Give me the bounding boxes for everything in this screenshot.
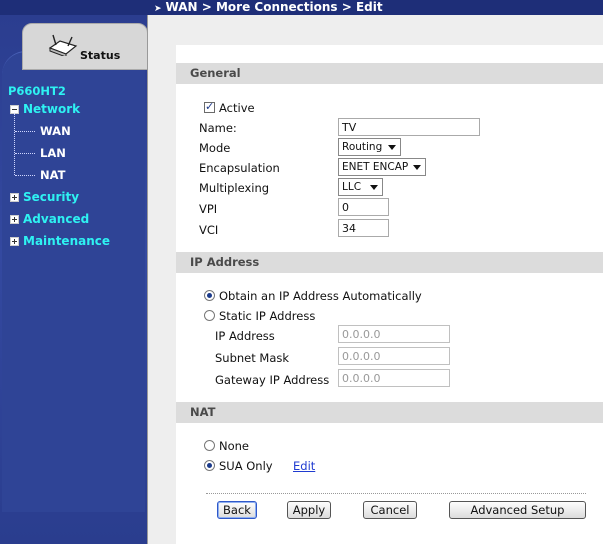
main-content: General Active Name: TV Mode Routing Enc… — [147, 15, 603, 544]
cancel-button[interactable]: Cancel — [363, 501, 417, 519]
name-label: Name: — [199, 121, 237, 135]
nat-none-radio[interactable] — [204, 440, 215, 451]
vci-field[interactable]: 34 — [338, 219, 389, 237]
section-title: IP Address — [190, 255, 260, 269]
vpi-label: VPI — [199, 202, 218, 216]
vci-label: VCI — [199, 223, 219, 237]
section-general: General — [176, 63, 603, 84]
chevron-down-icon — [413, 165, 421, 170]
name-field[interactable]: TV — [338, 118, 480, 136]
nav-maintenance[interactable]: Maintenance — [10, 234, 110, 248]
subnet-mask-field[interactable]: 0.0.0.0 — [338, 347, 450, 365]
apply-button[interactable]: Apply — [287, 501, 331, 519]
nat-sua-radio[interactable] — [204, 460, 215, 471]
section-title: General — [190, 66, 241, 80]
chevron-down-icon — [388, 145, 396, 150]
active-checkbox[interactable] — [204, 100, 215, 113]
nat-none-label: None — [219, 439, 250, 453]
nav-security[interactable]: Security — [10, 190, 79, 204]
sidebar: Status P660HT2 Network WAN LAN NAT Secur… — [0, 15, 147, 544]
nav-network-label: Network — [23, 102, 81, 116]
form-panel: General Active Name: TV Mode Routing Enc… — [176, 45, 603, 544]
tree-connector — [15, 153, 35, 154]
nav-advanced-label: Advanced — [23, 212, 90, 226]
gateway-ip-label: Gateway IP Address — [215, 373, 330, 387]
divider — [206, 493, 586, 494]
section-nat: NAT — [176, 402, 603, 423]
chevron-down-icon — [370, 185, 378, 190]
nat-edit-link[interactable]: Edit — [293, 459, 315, 473]
nav-wan[interactable]: WAN — [40, 124, 71, 138]
tree-connector — [14, 113, 15, 175]
mode-value: Routing — [342, 141, 383, 153]
status-tab[interactable]: Status — [22, 23, 147, 70]
tree-connector — [15, 175, 35, 176]
vpi-field[interactable]: 0 — [338, 198, 389, 216]
obtain-ip-label: Obtain an IP Address Automatically — [219, 289, 422, 303]
advanced-setup-button[interactable]: Advanced Setup — [449, 501, 586, 519]
back-button[interactable]: Back — [217, 501, 257, 519]
device-name: P660HT2 — [8, 84, 66, 98]
nav-advanced[interactable]: Advanced — [10, 212, 89, 226]
breadcrumb: ➤ WAN > More Connections > Edit — [154, 0, 383, 15]
router-icon — [48, 34, 78, 56]
encapsulation-value: ENET ENCAP — [342, 161, 409, 173]
nav-network[interactable]: Network — [10, 102, 80, 116]
sidebar-panel — [2, 51, 145, 512]
encapsulation-label: Encapsulation — [199, 161, 280, 175]
multiplexing-value: LLC — [342, 181, 362, 193]
encapsulation-select[interactable]: ENET ENCAP — [338, 158, 426, 176]
section-ip-address: IP Address — [176, 252, 603, 273]
gateway-ip-field[interactable]: 0.0.0.0 — [338, 369, 450, 387]
ip-address-field[interactable]: 0.0.0.0 — [338, 325, 450, 343]
expand-icon[interactable] — [10, 192, 19, 202]
static-ip-radio[interactable] — [204, 310, 215, 321]
active-label: Active — [219, 101, 255, 115]
nat-sua-label: SUA Only — [219, 459, 273, 473]
mode-select[interactable]: Routing — [338, 138, 401, 156]
nav-nat[interactable]: NAT — [40, 168, 65, 182]
expand-icon[interactable] — [10, 236, 19, 246]
breadcrumb-text: WAN > More Connections > Edit — [165, 0, 383, 14]
top-header-bar: ➤ WAN > More Connections > Edit — [0, 0, 603, 15]
nav-security-label: Security — [23, 190, 80, 204]
nav-lan[interactable]: LAN — [40, 146, 66, 160]
section-title: NAT — [190, 405, 216, 419]
mode-label: Mode — [199, 141, 231, 155]
breadcrumb-arrow-icon: ➤ — [154, 4, 162, 14]
nav-maintenance-label: Maintenance — [23, 234, 111, 248]
obtain-ip-radio[interactable] — [204, 290, 215, 301]
tree-connector — [15, 131, 35, 132]
multiplexing-select[interactable]: LLC — [338, 178, 383, 196]
subnet-mask-label: Subnet Mask — [215, 351, 290, 365]
ip-address-label: IP Address — [215, 329, 275, 343]
expand-icon[interactable] — [10, 214, 19, 224]
static-ip-label: Static IP Address — [219, 309, 316, 323]
status-tab-label: Status — [80, 49, 121, 62]
multiplexing-label: Multiplexing — [199, 181, 270, 195]
